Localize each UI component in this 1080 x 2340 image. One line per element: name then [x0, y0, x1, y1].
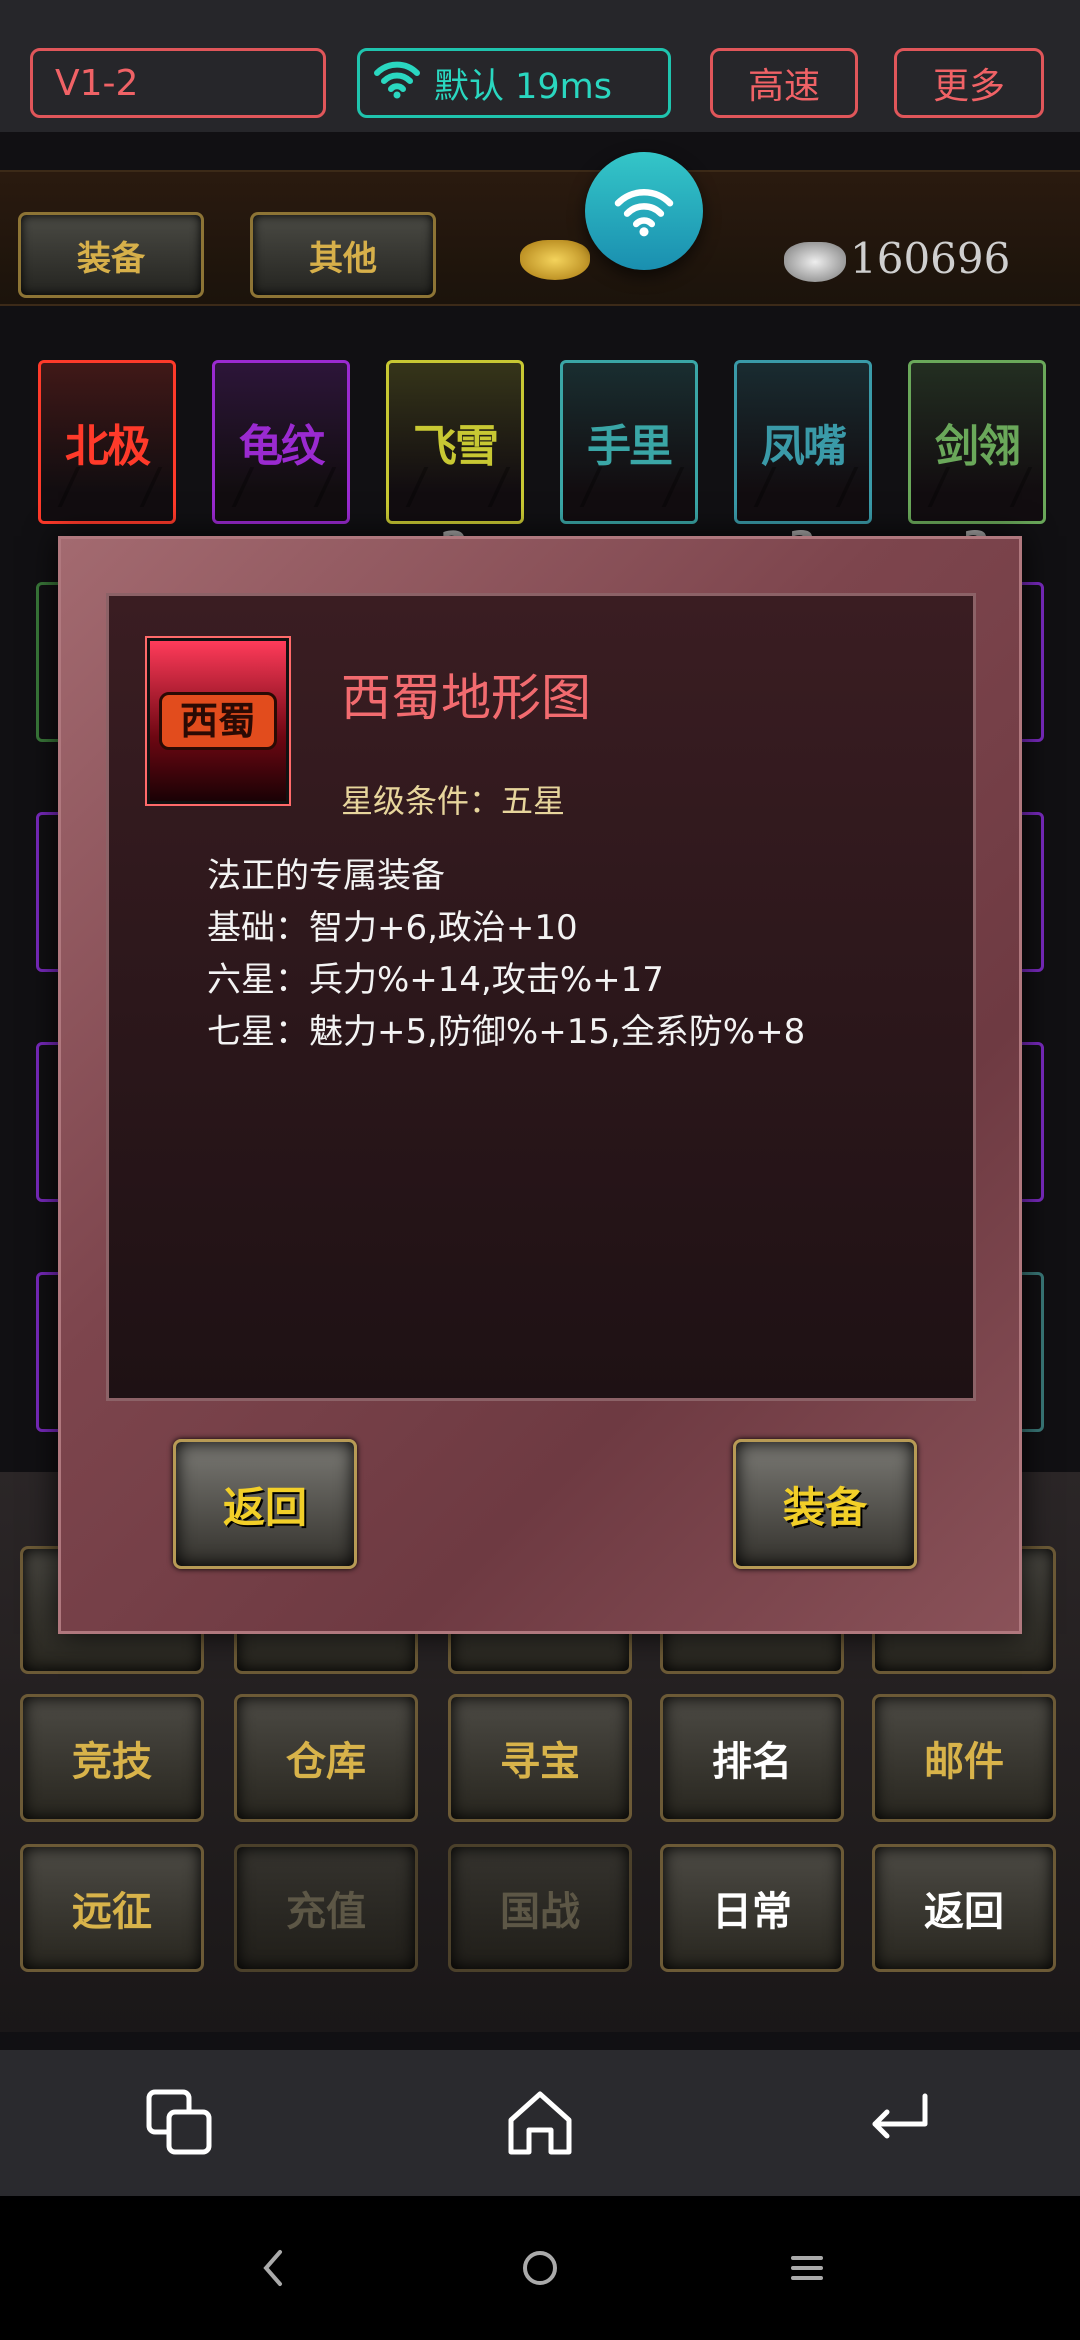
item-card-label: 龟纹	[239, 421, 325, 472]
item-icon-label: 西蜀	[159, 692, 277, 750]
other-tab-button[interactable]: 其他	[250, 212, 436, 298]
home-button[interactable]	[480, 2063, 600, 2183]
item-card-label: 手里	[587, 421, 673, 472]
nation-war-button[interactable]: 国战	[448, 1844, 632, 1972]
item-card[interactable]: 北极	[38, 360, 176, 524]
item-detail-dialog: 西蜀 西蜀地形图 星级条件：五星 法正的专属装备 基础：智力+6,政治+10 六…	[58, 536, 1022, 1634]
equip-tab-button[interactable]: 装备	[18, 212, 204, 298]
game-header-bar: 装备 其他 160696	[0, 170, 1080, 306]
item-name: 西蜀地形图	[341, 669, 591, 727]
nav-menu-button[interactable]	[757, 2218, 857, 2318]
ranking-button[interactable]: 排名	[660, 1694, 844, 1822]
item-card[interactable]: 龟纹	[212, 360, 350, 524]
item-card-label: 剑翎	[935, 421, 1021, 472]
gold-ingot-icon	[520, 240, 590, 280]
silver-amount: 160696	[850, 234, 1011, 283]
menu-return-button[interactable]: 返回	[872, 1844, 1056, 1972]
floating-network-button[interactable]	[585, 152, 703, 270]
remote-toolbar: V1-2 默认 19ms 高速 更多	[0, 0, 1080, 132]
version-button[interactable]: V1-2	[30, 48, 326, 118]
nav-home-button[interactable]	[490, 2218, 590, 2318]
nav-back-button[interactable]	[223, 2218, 323, 2318]
daily-button[interactable]: 日常	[660, 1844, 844, 1972]
item-card-label: 凤嘴	[761, 421, 847, 472]
expedition-button[interactable]: 远征	[20, 1844, 204, 1972]
more-button[interactable]: 更多	[894, 48, 1044, 118]
wifi-icon	[614, 189, 674, 237]
item-card-label: 北极	[65, 421, 151, 472]
silver-ingot-icon	[784, 242, 846, 282]
item-description-line: 七星：魅力+5,防御%+15,全系防%+8	[207, 1012, 806, 1052]
item-card[interactable]: 手里	[560, 360, 698, 524]
back-enter-button[interactable]	[840, 2063, 960, 2183]
item-card-label: 飞雪	[413, 421, 499, 472]
item-card[interactable]: 凤嘴	[734, 360, 872, 524]
chevron-left-icon	[263, 2250, 283, 2286]
dialog-equip-button[interactable]: 装备	[733, 1439, 917, 1569]
menu-icon	[790, 2256, 823, 2280]
dialog-return-button[interactable]: 返回	[173, 1439, 357, 1569]
system-navigation-bar	[0, 2196, 1080, 2340]
network-latency-label: 默认 19ms	[434, 66, 612, 107]
switch-window-button[interactable]	[120, 2063, 240, 2183]
item-description-line: 基础：智力+6,政治+10	[207, 908, 578, 948]
item-card[interactable]: 剑翎	[908, 360, 1046, 524]
recharge-button[interactable]: 充值	[234, 1844, 418, 1972]
item-description-line: 六星：兵力%+14,攻击%+17	[207, 960, 664, 1000]
item-description-line: 法正的专属装备	[207, 856, 445, 896]
game-viewport[interactable]: 装备 其他 160696 北极 龟纹 飞雪 手里 凤嘴 剑翎 2 3 3 竞技 …	[0, 132, 1080, 2050]
network-status-button[interactable]: 默认 19ms	[357, 48, 671, 118]
remote-control-bar	[0, 2050, 1080, 2196]
copy-icon	[146, 2089, 212, 2155]
item-card[interactable]: 飞雪	[386, 360, 524, 524]
speed-button[interactable]: 高速	[710, 48, 858, 118]
return-arrow-icon	[872, 2093, 928, 2139]
item-detail-panel: 西蜀 西蜀地形图 星级条件：五星 法正的专属装备 基础：智力+6,政治+10 六…	[106, 593, 976, 1401]
circle-icon	[522, 2251, 557, 2285]
warehouse-button[interactable]: 仓库	[234, 1694, 418, 1822]
item-icon: 西蜀	[145, 636, 291, 806]
mail-button[interactable]: 邮件	[872, 1694, 1056, 1822]
arena-button[interactable]: 竞技	[20, 1694, 204, 1822]
home-icon	[508, 2091, 572, 2155]
star-condition: 星级条件：五星	[341, 782, 566, 820]
treasure-hunt-button[interactable]: 寻宝	[448, 1694, 632, 1822]
wifi-icon	[374, 59, 420, 108]
